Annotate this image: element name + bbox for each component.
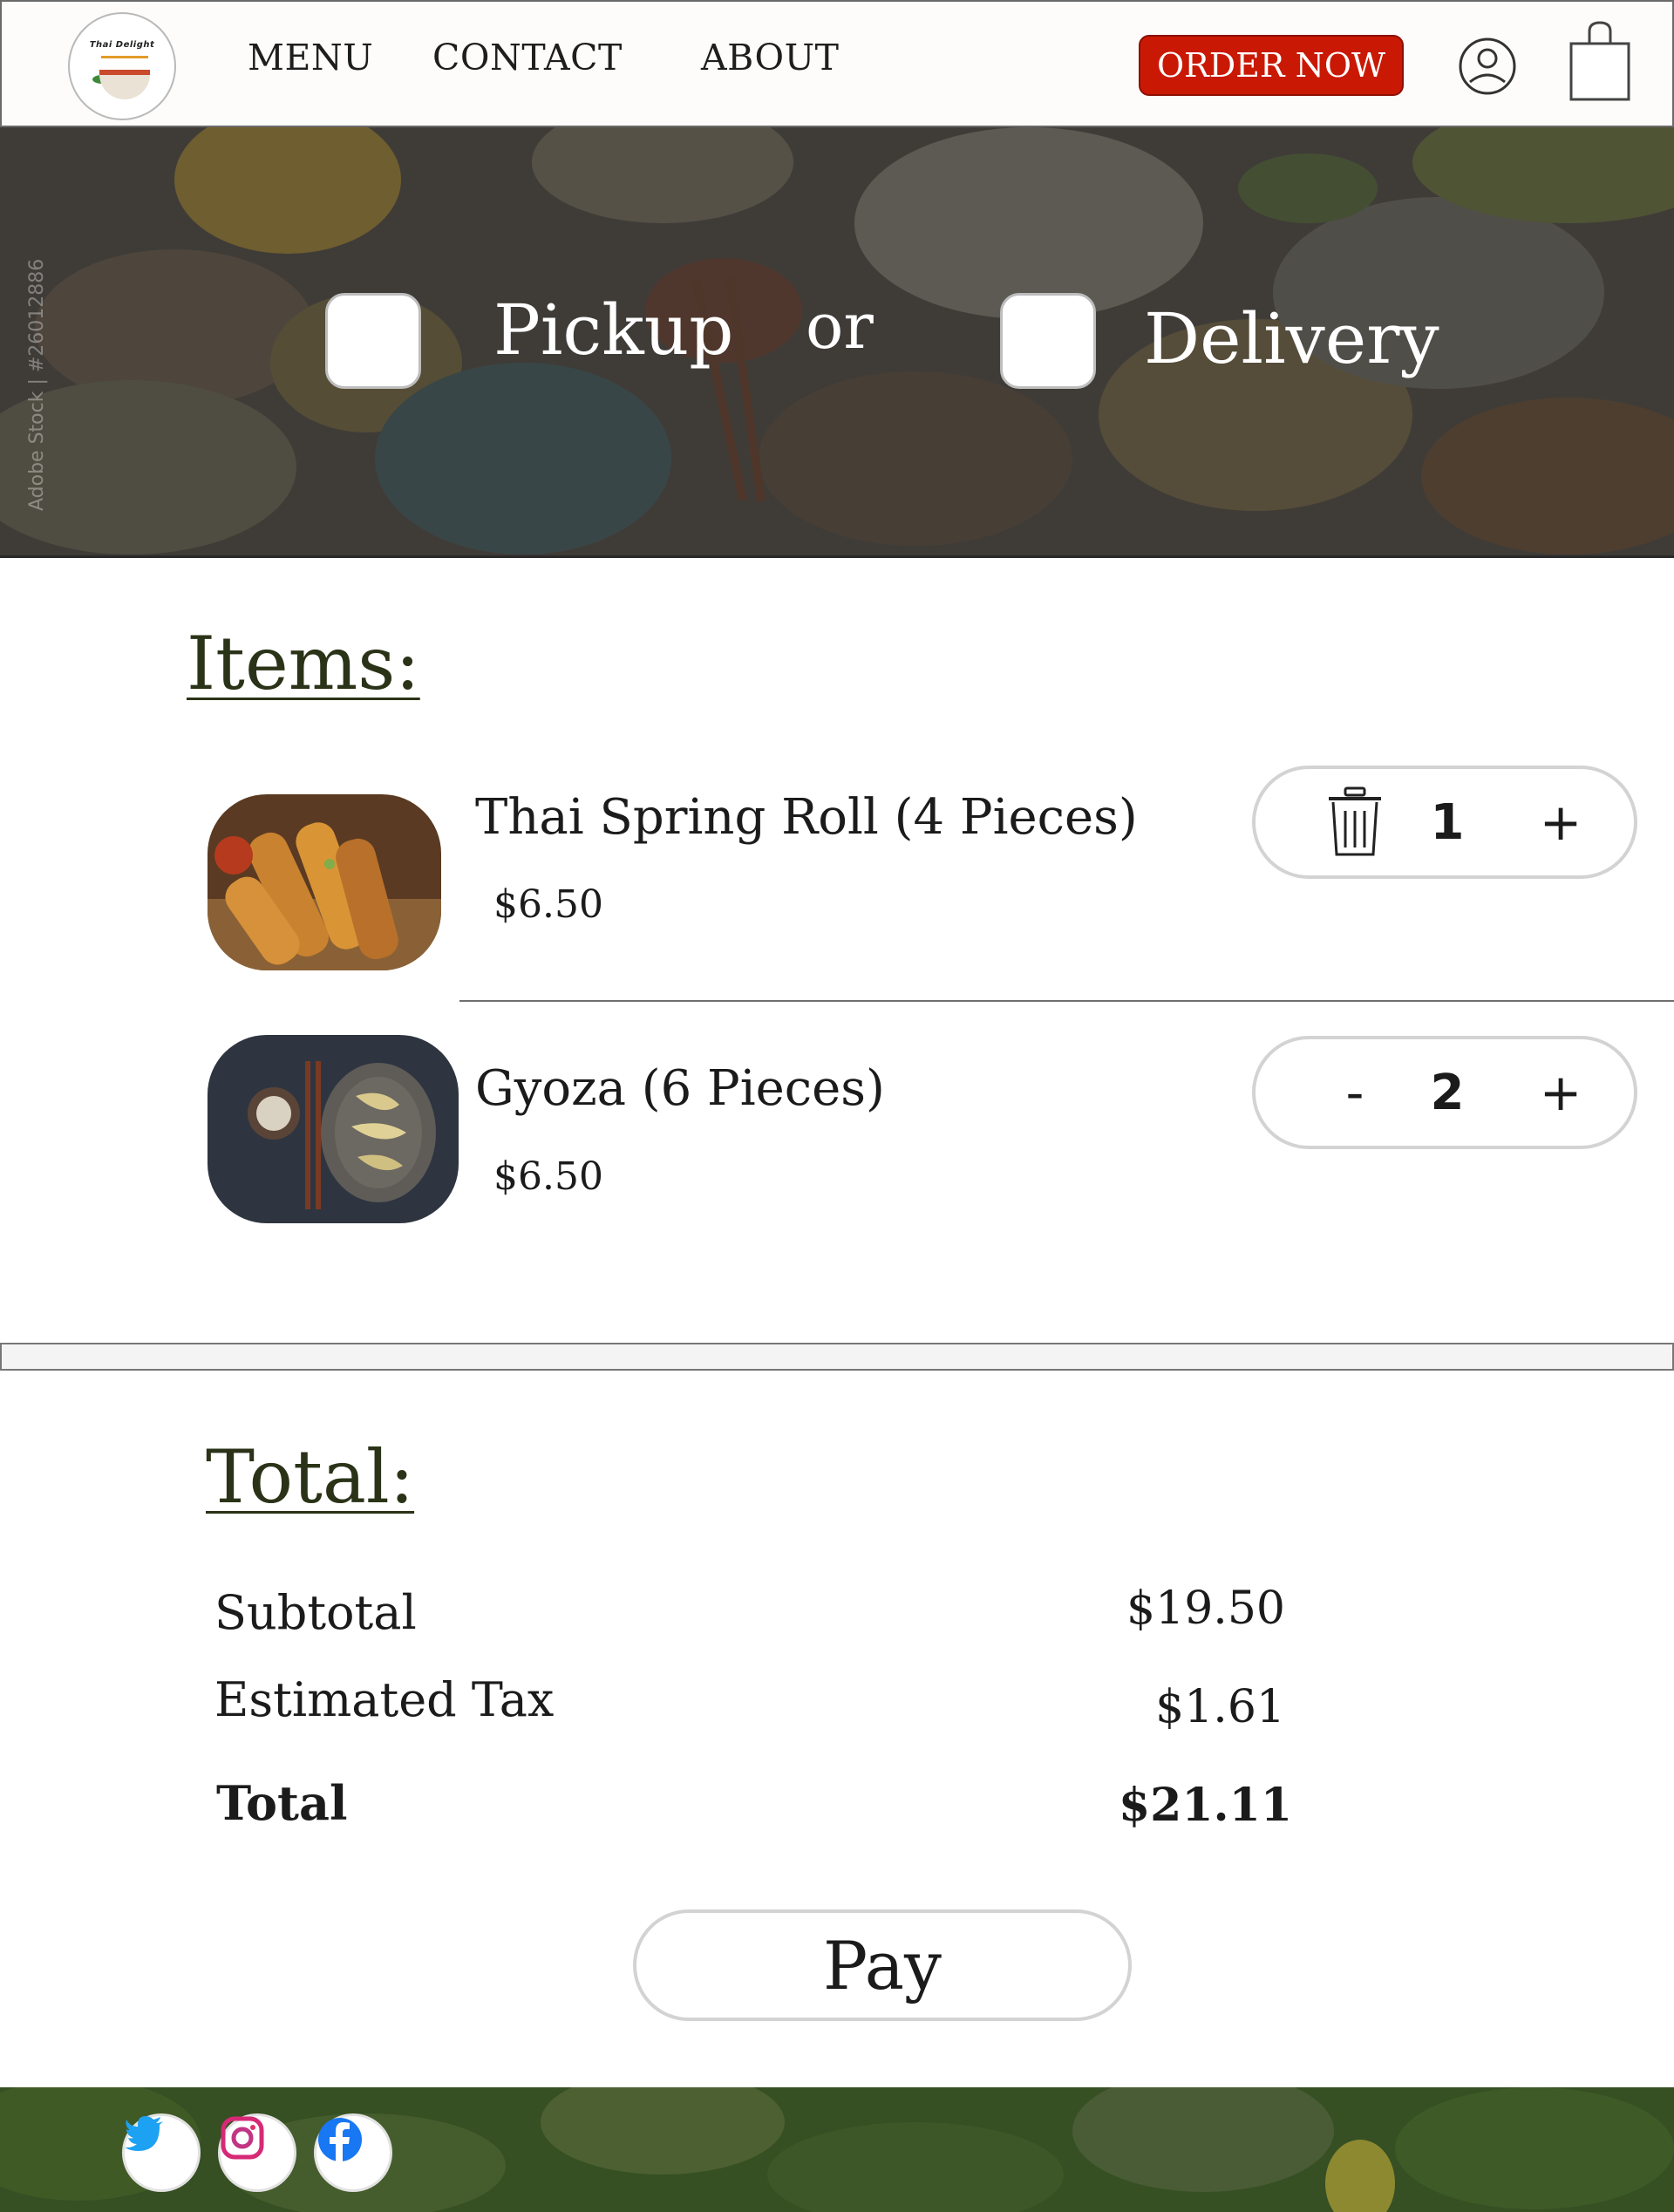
total-value: $21.11 [1118,1779,1292,1832]
stock-watermark: Adobe Stock | #26012886 [26,258,48,511]
nav-contact-link[interactable]: CONTACT [432,37,623,78]
site-footer [0,2087,1674,2212]
item-price: $6.50 [493,882,603,927]
tax-label: Estimated Tax [214,1672,555,1727]
delivery-checkbox[interactable] [1000,293,1096,389]
delivery-label: Delivery [1144,298,1439,379]
logo-text: Thai Delight [89,40,155,50]
increment-button[interactable]: + [1517,769,1604,875]
decrement-button[interactable]: - [1311,1039,1398,1146]
or-label: or [806,289,874,363]
section-divider [0,1343,1674,1371]
items-heading: Items: [187,621,420,706]
quantity-stepper: - 2 + [1252,1036,1637,1149]
restaurant-logo[interactable]: Thai Delight [68,12,176,120]
quantity-value: 2 [1430,1064,1465,1121]
pickup-label: Pickup [493,289,734,371]
trash-icon[interactable] [1311,769,1398,875]
logo-underline [101,56,148,58]
quantity-value: 1 [1430,793,1465,851]
site-header: Thai Delight MENU CONTACT ABOUT ORDER NO… [0,0,1674,127]
pay-button[interactable]: Pay [633,1909,1132,2021]
twitter-icon[interactable] [122,2113,201,2192]
pickup-checkbox[interactable] [325,293,421,389]
subtotal-label: Subtotal [214,1585,417,1640]
spring-roll-image [208,794,441,970]
subtotal-value: $19.50 [1126,1582,1285,1635]
item-divider [459,1000,1674,1002]
item-name: Thai Spring Roll (4 Pieces) [475,789,1138,846]
facebook-icon[interactable] [314,2113,392,2192]
nav-menu-link[interactable]: MENU [248,37,373,78]
order-now-button[interactable]: ORDER NOW [1139,35,1404,96]
total-label: Total [216,1775,348,1831]
item-price: $6.50 [493,1154,603,1199]
tax-value: $1.61 [1155,1681,1285,1733]
shopping-bag-icon[interactable] [1568,19,1632,103]
instagram-icon[interactable] [218,2113,296,2192]
order-type-hero: Adobe Stock | #26012886 Pickup or Delive… [0,127,1674,558]
gyoza-image [208,1035,459,1223]
nav-about-link[interactable]: ABOUT [701,37,840,78]
total-heading: Total: [206,1434,415,1520]
user-icon[interactable] [1458,37,1517,96]
item-name: Gyoza (6 Pieces) [475,1060,885,1117]
increment-button[interactable]: + [1517,1039,1604,1146]
quantity-stepper: 1 + [1252,766,1637,879]
logo-bowl-icon [99,70,150,99]
